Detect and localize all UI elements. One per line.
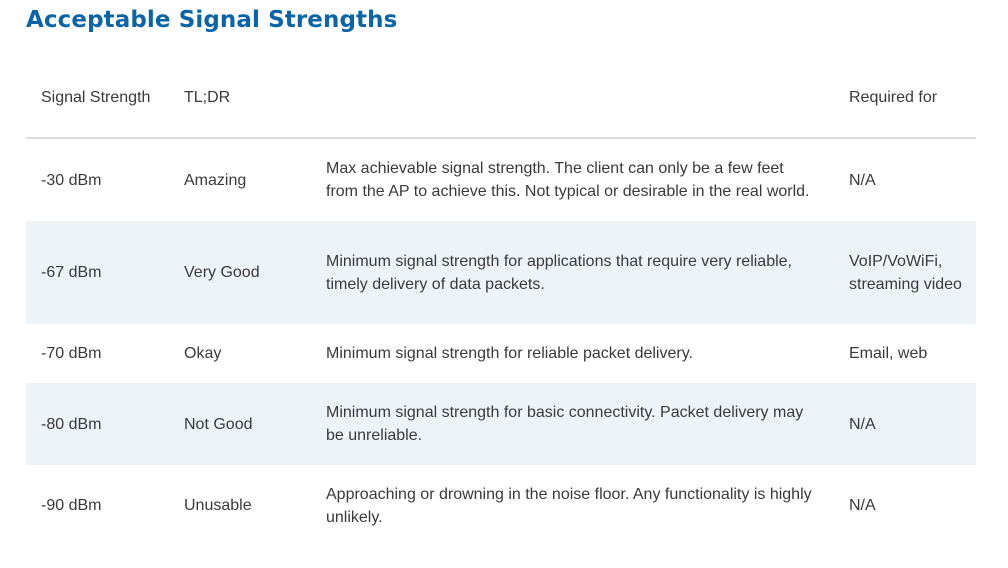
description-cell: Minimum signal strength for reliable pac… <box>326 345 693 362</box>
tldr-cell: Okay <box>184 345 222 362</box>
tldr-cell: Not Good <box>169 383 311 465</box>
required-for-cell: N/A <box>849 497 876 514</box>
required-for-cell: Email, web <box>849 345 928 362</box>
signal-strength-cell: -67 dBm <box>26 221 169 324</box>
column-header-description <box>311 58 834 139</box>
column-header-signal-strength: Signal Strength <box>26 58 169 139</box>
table-row: -90 dBm Unusable Approaching or drowning… <box>26 465 976 546</box>
table-row: -67 dBm Very Good Minimum signal strengt… <box>26 221 976 324</box>
table-header-row: Signal Strength TL;DR Required for <box>26 58 976 139</box>
description-cell: Minimum signal strength for basic connec… <box>311 383 834 465</box>
page-title: Acceptable Signal Strengths <box>26 7 398 33</box>
signal-strength-cell: -80 dBm <box>26 383 169 465</box>
required-for-cell: N/A <box>834 383 976 465</box>
description-cell: Minimum signal strength for applications… <box>311 221 834 324</box>
tldr-cell: Unusable <box>184 497 252 514</box>
signal-strength-cell: -90 dBm <box>41 497 102 514</box>
signal-strength-table: Signal Strength TL;DR Required for -30 d… <box>26 58 976 546</box>
table-row: -30 dBm Amazing Max achievable signal st… <box>26 138 976 221</box>
signal-strength-cell: -30 dBm <box>41 171 102 189</box>
required-for-cell: VoIP/VoWiFi, streaming video <box>834 221 976 324</box>
description-cell: Approaching or drowning in the noise flo… <box>326 485 812 526</box>
signal-strength-cell: -70 dBm <box>41 345 102 362</box>
table-row: -70 dBm Okay Minimum signal strength for… <box>26 324 976 383</box>
tldr-cell: Amazing <box>184 171 247 189</box>
required-for-cell: N/A <box>849 171 876 189</box>
column-header-tldr: TL;DR <box>169 58 311 139</box>
tldr-cell: Very Good <box>169 221 311 324</box>
column-header-required-for: Required for <box>834 58 976 139</box>
description-cell: Max achievable signal strength. The clie… <box>326 160 810 200</box>
table-row: -80 dBm Not Good Minimum signal strength… <box>26 383 976 465</box>
